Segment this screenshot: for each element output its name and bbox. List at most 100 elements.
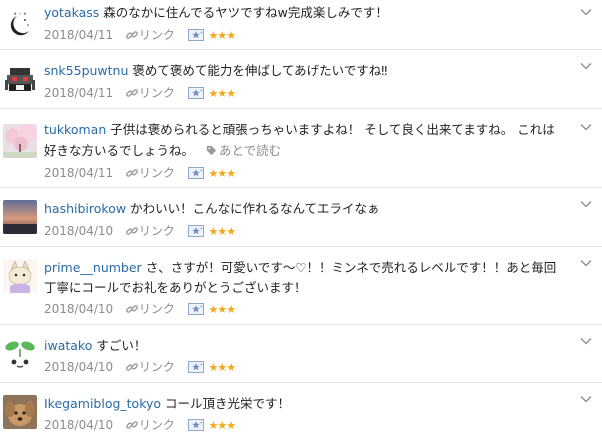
- username-link[interactable]: Ikegamiblog_tokyo: [44, 396, 161, 411]
- link-button[interactable]: リンク: [126, 165, 175, 181]
- comment-text: 褒めて褒めて能力を伸ばしてあげたいですね‼: [132, 63, 388, 78]
- link-button[interactable]: リンク: [126, 417, 175, 433]
- comment-line: Ikegamiblog_tokyo コール頂き光栄です！: [44, 393, 572, 414]
- comment-meta: 2018/04/11 リンク ★★★: [44, 27, 237, 45]
- link-icon: [126, 87, 138, 99]
- add-star-button[interactable]: [188, 167, 204, 183]
- link-icon: [126, 167, 138, 179]
- tag-icon: [206, 145, 217, 156]
- username-link[interactable]: hashibirokow: [44, 201, 126, 216]
- comment-line: hashibirokow かわいい！こんなに作れるなんてエライなぁ: [44, 198, 572, 219]
- link-button[interactable]: リンク: [126, 359, 175, 375]
- username-link[interactable]: prime__number: [44, 260, 142, 275]
- link-label: リンク: [138, 360, 175, 374]
- comment-text-continued: 好きな方いるでしょうね。: [44, 143, 195, 158]
- star-rating[interactable]: ★★★: [209, 419, 237, 432]
- star-badge-icon: [188, 225, 204, 237]
- link-icon: [126, 361, 138, 373]
- link-icon: [126, 225, 138, 237]
- robot-avatar-icon: [3, 62, 37, 96]
- comment-line: prime__number さ、さすが！可愛いです〜♡！！ミンネで売れるレベルで…: [44, 257, 572, 278]
- link-label: リンク: [138, 418, 175, 432]
- comment-item: ★ ☆ ★ yotakass 森のなかに住んでるヤツですねw完成楽しみです！ 2…: [0, 0, 602, 50]
- link-button[interactable]: リンク: [126, 301, 175, 317]
- star-badge-icon: [188, 167, 204, 179]
- avatar[interactable]: [3, 259, 37, 293]
- comment-meta: 2018/04/10 リンク ★★★: [44, 301, 237, 319]
- chevron-down-icon[interactable]: [580, 123, 592, 131]
- comment-text: かわいい！こんなに作れるなんてエライなぁ: [130, 201, 380, 216]
- comment-line: iwatako すごい！: [44, 335, 572, 356]
- username-link[interactable]: iwatako: [44, 338, 92, 353]
- comment-text: 子供は褒められると頑張っちゃいますよね！ そして良く出来てますね。 これは: [110, 122, 555, 137]
- add-star-button[interactable]: [188, 303, 204, 319]
- comment-item: iwatako すごい！ 2018/04/10 リンク ★★★: [0, 325, 602, 383]
- comment-date: 2018/04/10: [44, 418, 114, 432]
- comment-text: 森のなかに住んでるヤツですねw完成楽しみです！: [103, 5, 388, 20]
- star-rating[interactable]: ★★★: [209, 303, 237, 316]
- character-avatar-icon: [3, 259, 37, 293]
- link-icon: [126, 29, 138, 41]
- link-button[interactable]: リンク: [126, 223, 175, 239]
- link-button[interactable]: リンク: [126, 27, 175, 43]
- star-badge-icon: [188, 361, 204, 373]
- comment-item: Ikegamiblog_tokyo コール頂き光栄です！ 2018/04/10 …: [0, 383, 602, 433]
- comment-text: コール頂き光栄です！: [165, 396, 291, 411]
- username-link[interactable]: yotakass: [44, 5, 99, 20]
- link-button[interactable]: リンク: [126, 85, 175, 101]
- comment-line: tukkoman 子供は褒められると頑張っちゃいますよね！ そして良く出来てます…: [44, 119, 572, 140]
- comment-item: tukkoman 子供は褒められると頑張っちゃいますよね！ そして良く出来てます…: [0, 109, 602, 188]
- chevron-down-icon[interactable]: [580, 337, 592, 345]
- dog-avatar-icon: [3, 395, 37, 429]
- star-rating[interactable]: ★★★: [209, 87, 237, 100]
- avatar[interactable]: ★ ☆ ★: [3, 9, 37, 43]
- comment-date: 2018/04/11: [44, 166, 114, 180]
- comment-meta: 2018/04/11 リンク ★★★: [44, 85, 237, 103]
- comment-line-continued: 好きな方いるでしょうね。 あとで読む: [44, 140, 572, 161]
- comment-text: さ、さすが！可愛いです〜♡！！ミンネで売れるレベルです！！あと毎回: [145, 260, 557, 275]
- chevron-down-icon[interactable]: [580, 395, 592, 403]
- link-icon: [126, 303, 138, 315]
- comment-meta: 2018/04/10 リンク ★★★: [44, 223, 237, 241]
- add-star-button[interactable]: [188, 361, 204, 377]
- comment-meta: 2018/04/11 リンク ★★★: [44, 165, 237, 183]
- read-later-button[interactable]: あとで読む: [206, 143, 281, 158]
- comment-meta: 2018/04/10 リンク ★★★: [44, 417, 237, 435]
- chevron-down-icon[interactable]: [580, 259, 592, 267]
- link-label: リンク: [138, 302, 175, 316]
- star-rating[interactable]: ★★★: [209, 29, 237, 42]
- chevron-down-icon[interactable]: [580, 200, 592, 208]
- avatar[interactable]: [3, 395, 37, 429]
- avatar[interactable]: [3, 337, 37, 371]
- comment-line: snk55puwtnu 褒めて褒めて能力を伸ばしてあげたいですね‼: [44, 60, 572, 81]
- comment-text-continued: 丁寧にコールでお礼をありがとうございます！: [44, 280, 307, 295]
- star-rating[interactable]: ★★★: [209, 167, 237, 180]
- comment-item: prime__number さ、さすが！可愛いです〜♡！！ミンネで売れるレベルで…: [0, 247, 602, 325]
- star-badge-icon: [188, 29, 204, 41]
- add-star-button[interactable]: [188, 225, 204, 241]
- comment-item: snk55puwtnu 褒めて褒めて能力を伸ばしてあげたいですね‼ 2018/0…: [0, 50, 602, 109]
- avatar[interactable]: [3, 124, 37, 158]
- chevron-down-icon[interactable]: [580, 8, 592, 16]
- username-link[interactable]: snk55puwtnu: [44, 63, 128, 78]
- star-badge-icon: [188, 419, 204, 431]
- avatar[interactable]: [3, 200, 37, 234]
- sprout-avatar-icon: [3, 337, 37, 371]
- link-label: リンク: [138, 28, 175, 42]
- add-star-button[interactable]: [188, 87, 204, 103]
- link-icon: [126, 419, 138, 431]
- link-label: リンク: [138, 86, 175, 100]
- add-star-button[interactable]: [188, 29, 204, 45]
- link-label: リンク: [138, 166, 175, 180]
- star-rating[interactable]: ★★★: [209, 225, 237, 238]
- comment-date: 2018/04/10: [44, 360, 114, 374]
- comment-date: 2018/04/11: [44, 86, 114, 100]
- comment-line: yotakass 森のなかに住んでるヤツですねw完成楽しみです！: [44, 2, 572, 23]
- link-label: リンク: [138, 224, 175, 238]
- username-link[interactable]: tukkoman: [44, 122, 106, 137]
- comment-text: すごい！: [96, 338, 147, 353]
- star-badge-icon: [188, 303, 204, 315]
- chevron-down-icon[interactable]: [580, 62, 592, 70]
- avatar[interactable]: [3, 62, 37, 96]
- star-rating[interactable]: ★★★: [209, 361, 237, 374]
